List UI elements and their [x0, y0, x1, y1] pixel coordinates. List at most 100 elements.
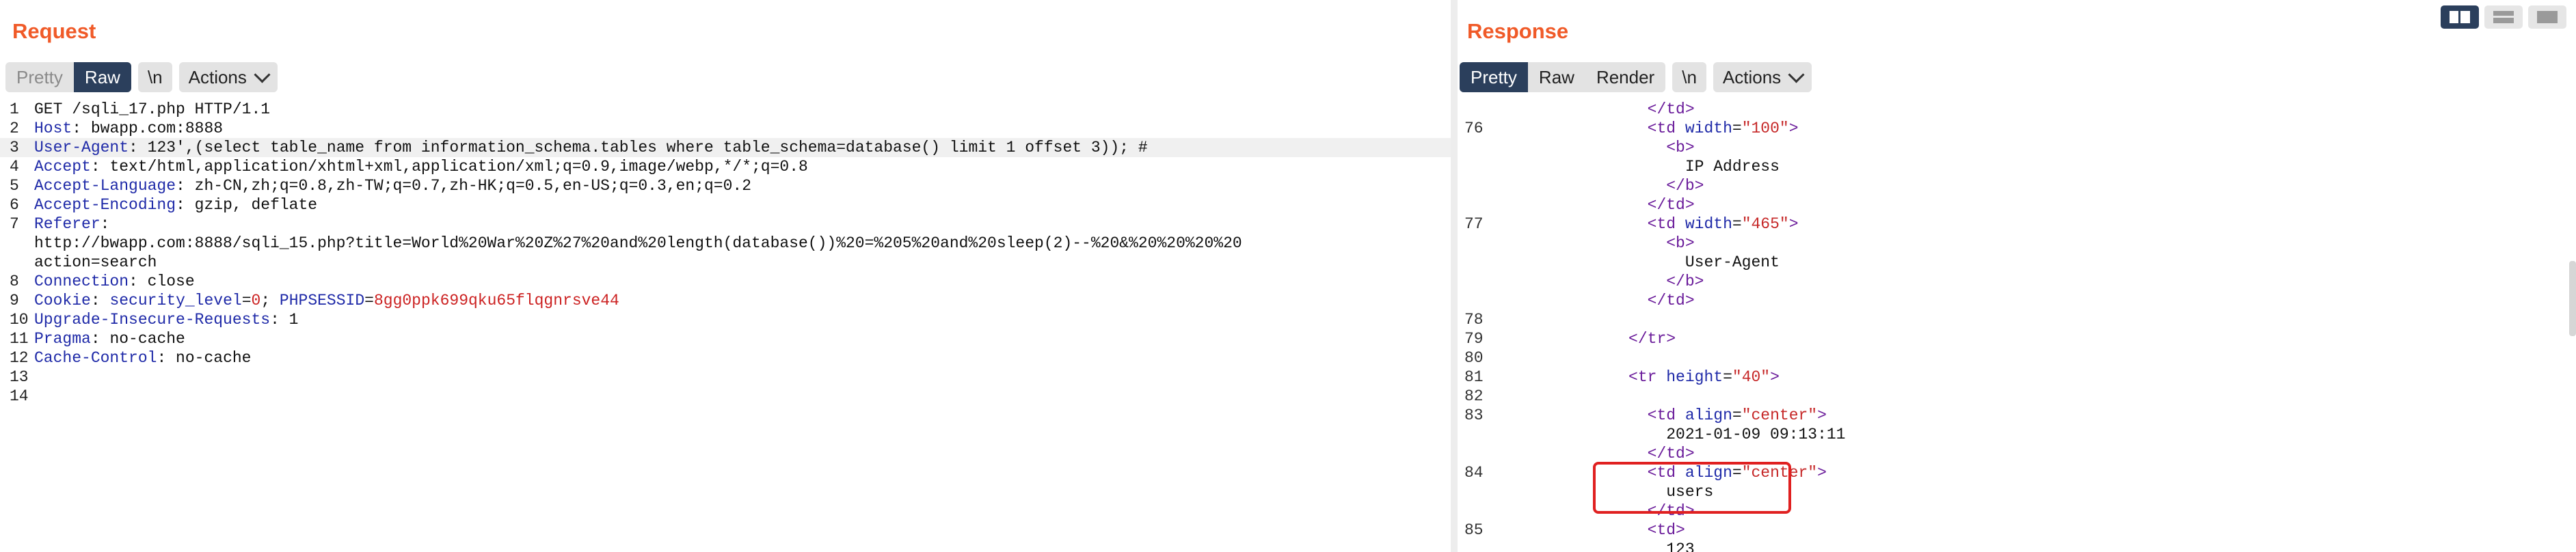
header-colon: :	[129, 139, 138, 156]
header-name: Accept-Encoding	[34, 196, 176, 214]
highlight-annotation	[1593, 462, 1791, 514]
code-line: 81 <tr height="40">	[1458, 368, 2576, 387]
cookie-space	[100, 292, 110, 309]
code-line: action=search	[0, 253, 1451, 272]
code-text: action=search	[34, 253, 157, 271]
line-number: 83	[1464, 406, 1484, 424]
attr-name: width	[1685, 120, 1732, 137]
code-line: 123	[1458, 540, 2576, 552]
pane-divider[interactable]	[1451, 0, 1458, 552]
tag-close: >	[1770, 368, 1780, 386]
tab-raw[interactable]: Raw	[73, 62, 131, 92]
header-colon: :	[90, 292, 100, 309]
header-value: 123',(select table_name from information…	[137, 139, 1148, 156]
code-line: </b>	[1458, 176, 2576, 195]
line-number: 11	[10, 330, 29, 348]
tag-open: <td	[1647, 215, 1685, 233]
html-tag: <b>	[1666, 234, 1695, 252]
code-line: 82	[1458, 387, 2576, 406]
actions-button[interactable]: Actions	[1713, 62, 1812, 92]
header-name: User-Agent	[34, 139, 129, 156]
code-text: GET /sqli_17.php HTTP/1.1	[34, 100, 271, 118]
response-scrollbar[interactable]	[2569, 261, 2576, 336]
code-line: 2021-01-09 09:13:11	[1458, 425, 2576, 444]
header-colon: :	[129, 273, 138, 290]
code-line: http://bwapp.com:8888/sqli_15.php?title=…	[0, 234, 1451, 253]
actions-label: Actions	[1722, 66, 1782, 87]
line-number: 5	[10, 177, 19, 195]
html-tag: </td>	[1647, 100, 1695, 118]
actions-button[interactable]: Actions	[178, 62, 278, 92]
line-number: 14	[10, 387, 29, 405]
attr-name: align	[1685, 406, 1732, 424]
chevron-down-icon	[1788, 66, 1805, 83]
code-line: 76 <td width="100">	[1458, 119, 2576, 138]
code-line: 78	[1458, 310, 2576, 329]
attr-eq: =	[1732, 406, 1742, 424]
request-title: Request	[12, 19, 96, 43]
attr-value: "40"	[1732, 368, 1771, 386]
header-value: close	[137, 273, 195, 290]
header-value: gzip, deflate	[185, 196, 318, 214]
header-value: bwapp.com:8888	[81, 120, 224, 137]
layout-split-icon[interactable]	[2441, 5, 2479, 29]
tab-pretty[interactable]: Pretty	[5, 62, 74, 92]
attr-value: "100"	[1741, 120, 1789, 137]
header-colon: :	[100, 215, 110, 233]
tab-render[interactable]: Render	[1585, 62, 1665, 92]
line-number: 76	[1464, 120, 1484, 137]
code-line: </b>	[1458, 272, 2576, 291]
header-name: Accept-Language	[34, 177, 176, 195]
header-name: Upgrade-Insecure-Requests	[34, 311, 271, 329]
code-line: 9 Cookie: security_level=0; PHPSESSID=8gg…	[0, 291, 1451, 310]
header-colon: :	[270, 311, 280, 329]
code-line: 14	[0, 387, 1451, 406]
newline-toggle-button[interactable]: \n	[1672, 62, 1706, 92]
html-tag: <b>	[1666, 139, 1695, 156]
layout-horizontal-icon[interactable]	[2484, 5, 2523, 29]
cookie-name: PHPSESSID	[279, 292, 365, 309]
html-tag: <td>	[1647, 521, 1685, 539]
tab-raw[interactable]: Raw	[1528, 62, 1585, 92]
tag-close: >	[1817, 464, 1827, 482]
line-number: 4	[10, 158, 19, 176]
attr-value: "465"	[1741, 215, 1789, 233]
tag-close: >	[1788, 120, 1799, 137]
code-line: 12 Cache-Control: no-cache	[0, 348, 1451, 368]
header-name: Host	[34, 120, 72, 137]
code-line: </td>	[1458, 291, 2576, 310]
text-content: 2021-01-09 09:13:11	[1666, 426, 1846, 443]
tag-open: <td	[1647, 406, 1685, 424]
header-name: Connection	[34, 273, 129, 290]
header-value: 1	[279, 311, 299, 329]
layout-single-icon[interactable]	[2528, 5, 2566, 29]
header-value: text/html,application/xhtml+xml,applicat…	[100, 158, 808, 176]
attr-name: width	[1685, 215, 1732, 233]
tab-pretty[interactable]: Pretty	[1460, 62, 1528, 92]
cookie-value: 0	[251, 292, 261, 309]
header-colon: :	[176, 196, 185, 214]
code-line: <b>	[1458, 234, 2576, 253]
line-number: 85	[1464, 521, 1484, 539]
text-content: 123	[1666, 540, 1695, 552]
header-value: no-cache	[100, 330, 185, 348]
attr-eq: =	[1732, 215, 1742, 233]
chevron-down-icon	[254, 66, 271, 83]
header-colon: :	[90, 330, 100, 348]
request-editor[interactable]: 1 GET /sqli_17.php HTTP/1.1 2 Host: bwapp.c…	[0, 100, 1451, 406]
newline-toggle-button[interactable]: \n	[137, 62, 172, 92]
cookie-eq: =	[241, 292, 252, 309]
code-line: 6 Accept-Encoding: gzip, deflate	[0, 195, 1451, 215]
line-number: 9	[10, 292, 19, 309]
code-line: </td>	[1458, 100, 2576, 119]
